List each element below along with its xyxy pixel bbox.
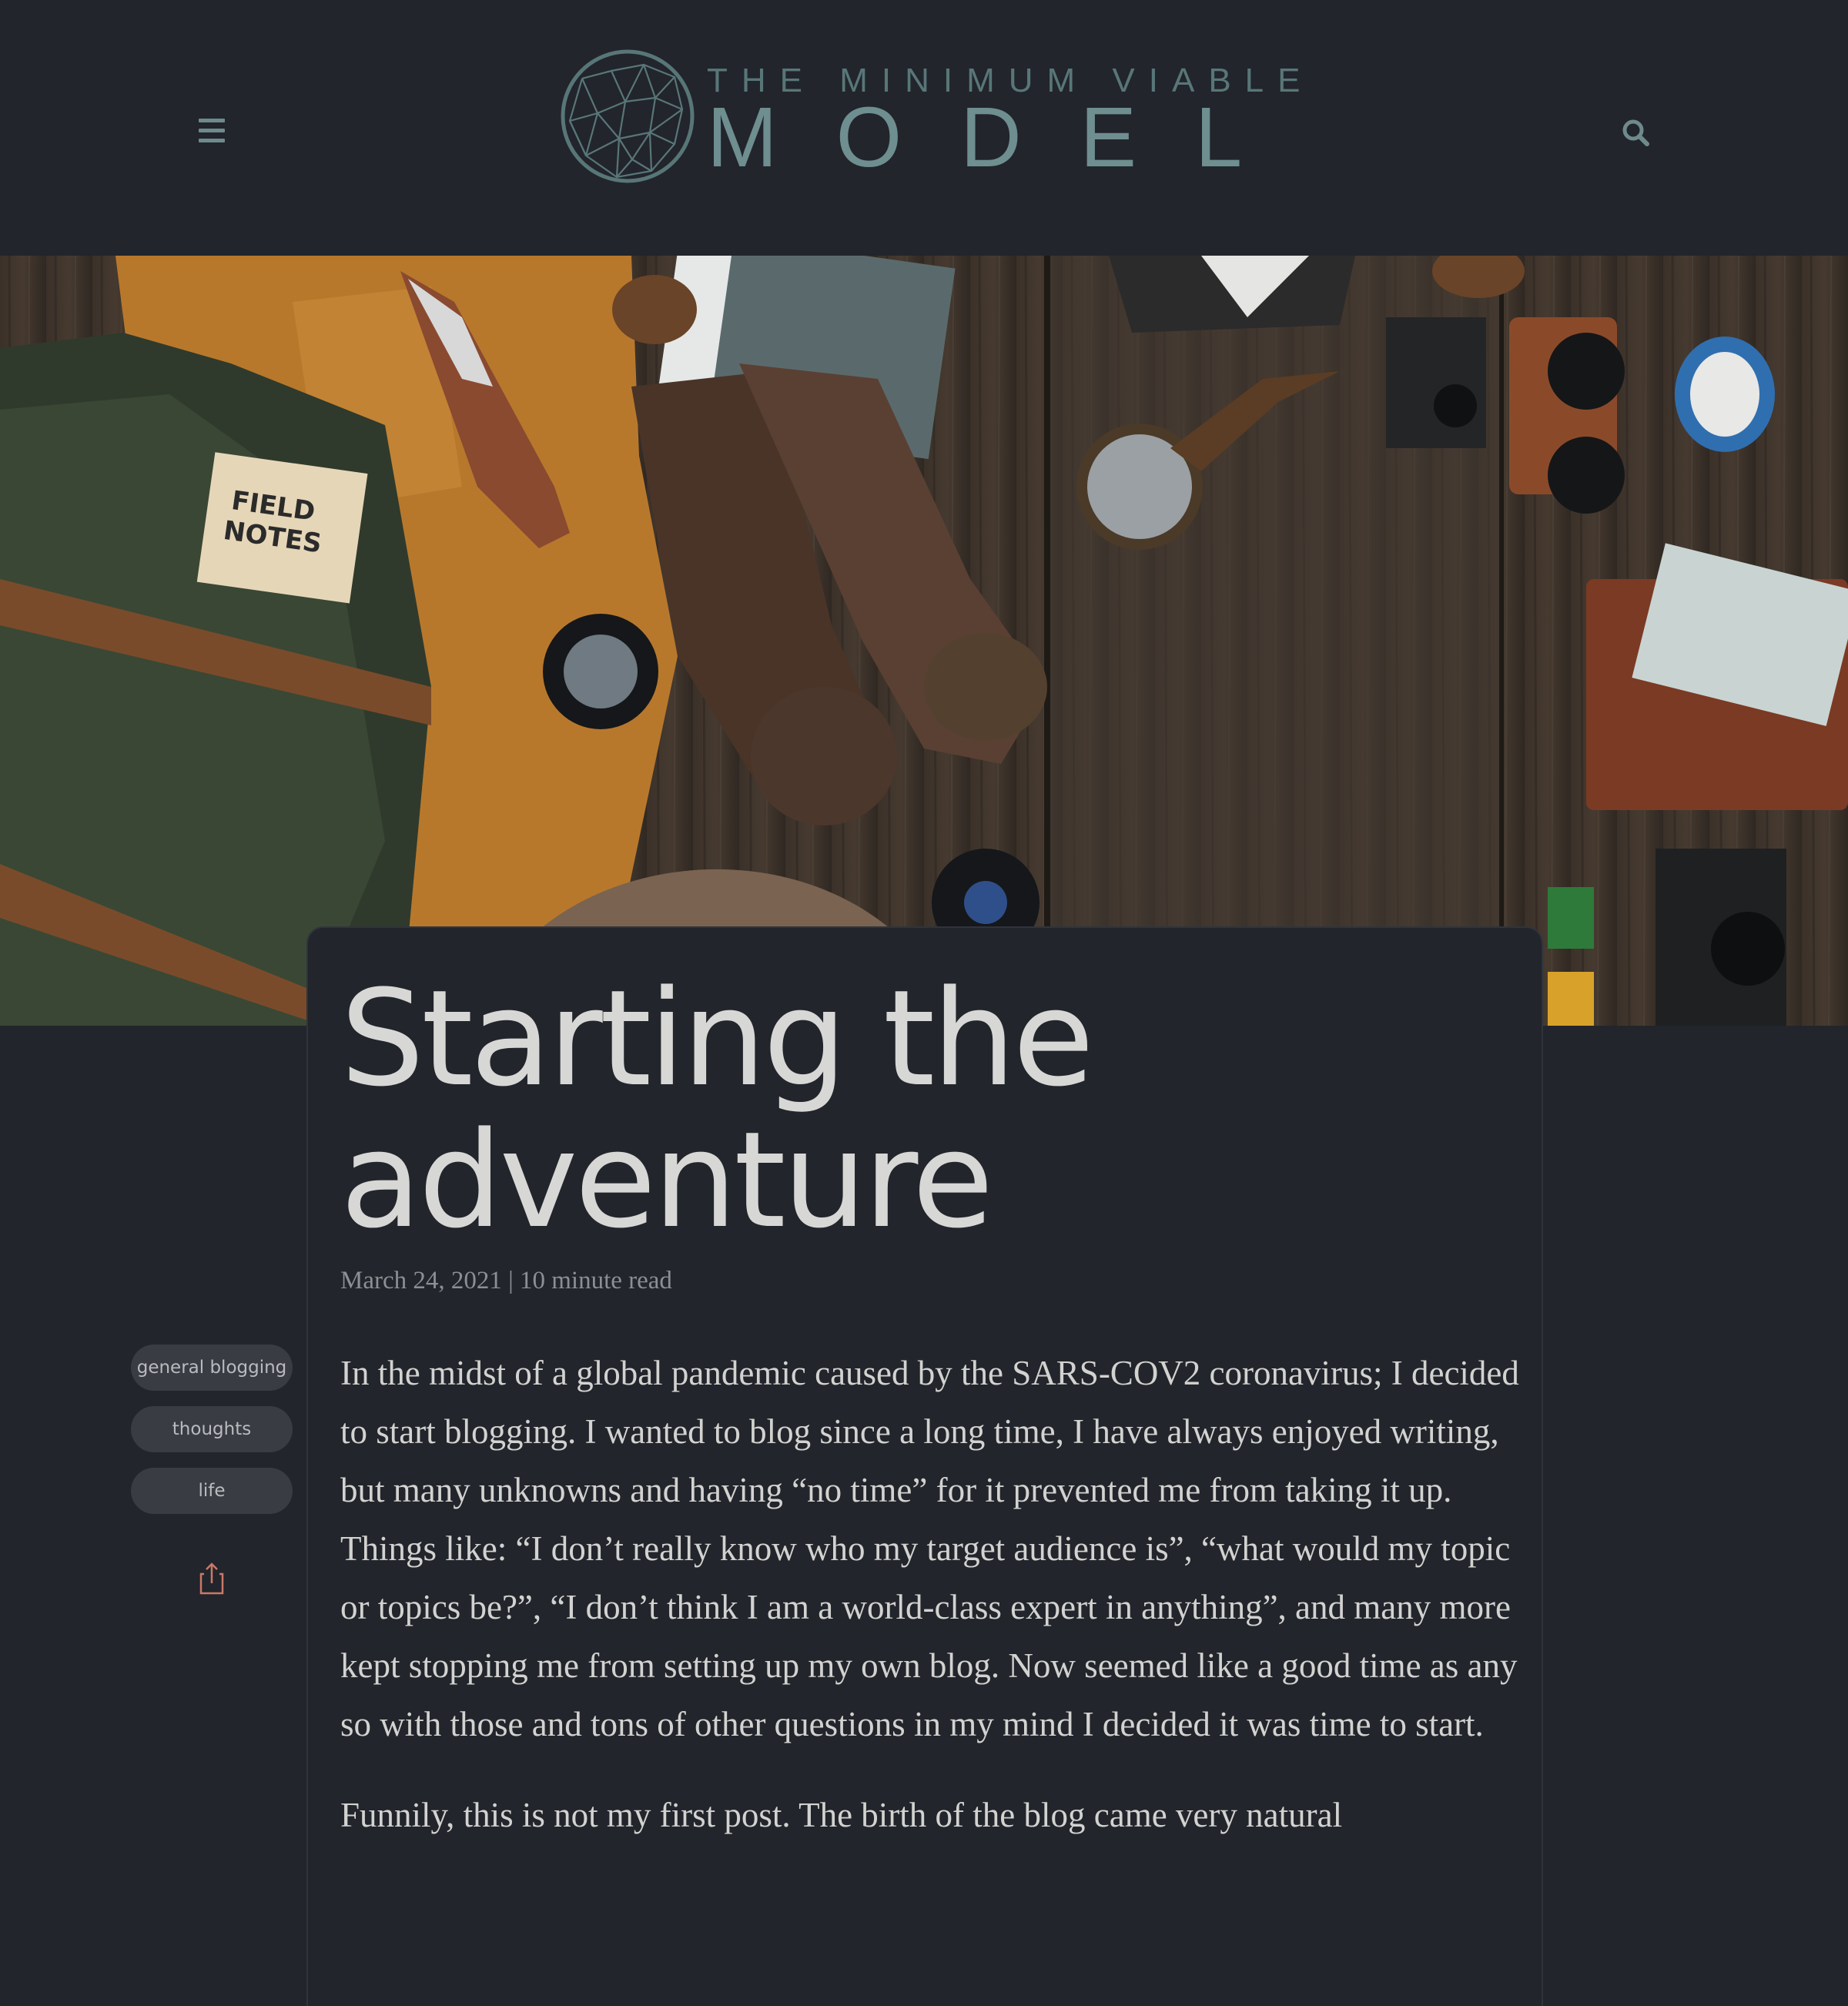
tag-list: general blogging thoughts life [131,1345,293,1529]
site-header: THE MINIMUM VIABLE MODEL [0,0,1848,256]
post-title: Starting the adventure [340,961,1094,1258]
paragraph: In the midst of a global pandemic caused… [340,1354,1519,1743]
search-icon[interactable] [1620,117,1651,148]
geodesic-globe-logo-icon [561,49,695,183]
site-logo[interactable]: THE MINIMUM VIABLE MODEL [559,48,1301,193]
post-meta: March 24, 2021 | 10 minute read [340,1267,672,1295]
tag-general-blogging[interactable]: general blogging [131,1345,293,1391]
tag-thoughts[interactable]: thoughts [131,1406,293,1452]
share-icon[interactable] [198,1562,226,1596]
logo-wordmark: MODEL [707,90,1301,185]
hero-image: FIELD NOTES [0,256,1848,1026]
meta-separator: | [508,1267,514,1294]
hamburger-menu-icon[interactable] [199,119,225,143]
post-body: In the midst of a global pandemic caused… [340,1344,1526,1877]
read-time: 10 minute read [520,1267,672,1294]
travel-gear-flatlay-photo: FIELD NOTES [0,256,1848,1026]
tag-life[interactable]: life [131,1468,293,1514]
post-date: March 24, 2021 [340,1267,502,1294]
article-card: Starting the adventure March 24, 2021 | … [306,926,1543,2006]
paragraph: Funnily, this is not my first post. The … [340,1796,1343,1834]
